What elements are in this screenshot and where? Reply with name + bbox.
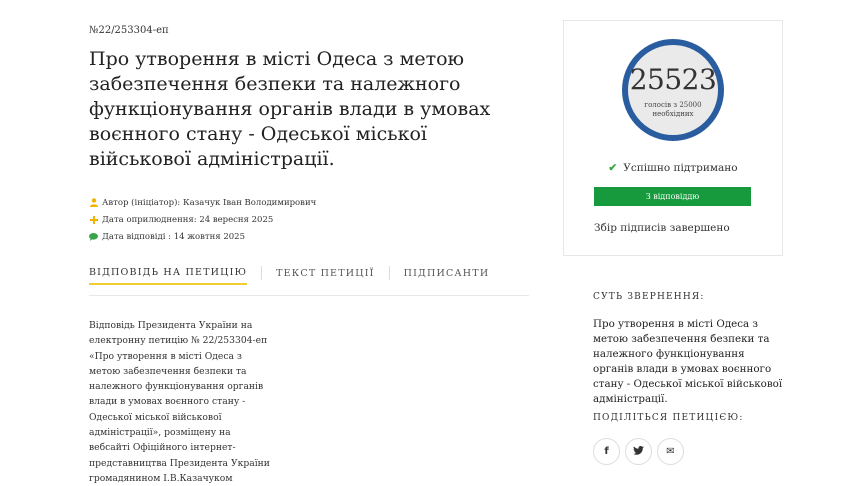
vote-count: 25523: [629, 63, 717, 96]
facebook-icon: f: [604, 446, 609, 457]
email-share-button[interactable]: ✉: [657, 438, 684, 465]
petition-title: Про утворення в місті Одеса з метою забе…: [89, 48, 491, 170]
tab-separator: [261, 266, 263, 280]
share-heading: ПОДІЛІТЬСЯ ПЕТИЦІЄЮ:: [593, 413, 744, 423]
status-success: ✔ Успішно підтримано: [564, 162, 782, 174]
petition-meta: Автор (ініціатор): Казачук Іван Володими…: [89, 194, 316, 245]
meta-author-text: Автор (ініціатор): Казачук Іван Володими…: [102, 197, 317, 208]
twitter-icon: [633, 445, 644, 458]
meta-answered-text: Дата відповіді : 14 жовтня 2025: [102, 231, 245, 242]
status-badge: З відповіддю: [594, 187, 751, 206]
petition-tabs: ВІДПОВІДЬ НА ПЕТИЦІЮ ТЕКСТ ПЕТИЦІЇ ПІДПИ…: [89, 266, 490, 285]
summary-heading: СУТЬ ЗВЕРНЕННЯ:: [593, 292, 705, 302]
meta-published: Дата оприлюднення: 24 вересня 2025: [89, 211, 316, 228]
facebook-share-button[interactable]: f: [593, 438, 620, 465]
summary-text: Про утворення в місті Одеса з метою забе…: [593, 318, 783, 405]
comment-icon: [89, 232, 98, 241]
tab-signers[interactable]: ПІДПИСАНТИ: [404, 268, 490, 284]
tab-answer[interactable]: ВІДПОВІДЬ НА ПЕТИЦІЮ: [89, 267, 248, 285]
vote-card: 25523 голосів з 25000 необхідних ✔ Успішн…: [563, 20, 783, 256]
status-success-text: Успішно підтримано: [623, 162, 738, 174]
twitter-share-button[interactable]: [625, 438, 652, 465]
meta-answered: Дата відповіді : 14 жовтня 2025: [89, 228, 316, 245]
tab-petition-text[interactable]: ТЕКСТ ПЕТИЦІЇ: [276, 268, 374, 284]
share-buttons: f ✉: [593, 438, 684, 465]
answer-text: Відповідь Президента України на електрон…: [89, 320, 270, 484]
tabs-divider: [89, 295, 529, 296]
meta-author: Автор (ініціатор): Казачук Іван Володими…: [89, 194, 316, 211]
vote-counter: 25523 голосів з 25000 необхідних: [622, 39, 724, 141]
check-icon: ✔: [608, 162, 618, 174]
email-icon: ✉: [666, 446, 675, 457]
votes-needed: голосів з 25000 необхідних: [644, 101, 702, 118]
user-icon: [89, 198, 98, 207]
meta-published-text: Дата оприлюднення: 24 вересня 2025: [102, 214, 274, 225]
tab-separator: [388, 266, 390, 280]
plus-icon: [89, 215, 98, 224]
petition-number: №22/253304-еп: [89, 25, 169, 36]
collection-status: Збір підписів завершено: [594, 222, 730, 234]
